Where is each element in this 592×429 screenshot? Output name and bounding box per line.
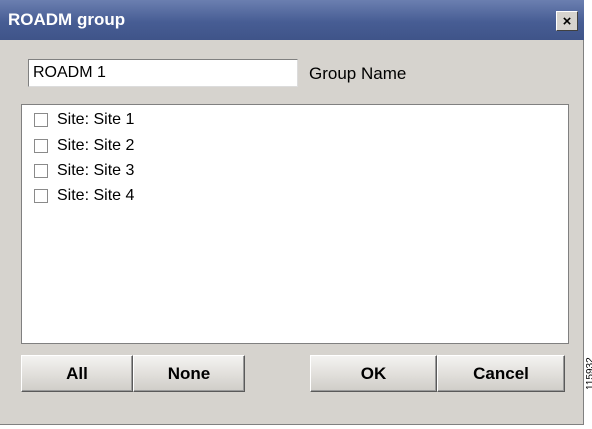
roadm-group-dialog: ROADM group × Group Name Site: Site 1 Si… [0,0,584,425]
site-list: Site: Site 1 Site: Site 2 Site: Site 3 S… [21,104,569,344]
title-bar: ROADM group × [0,0,584,40]
site-4-label: Site: Site 4 [57,187,135,204]
ok-button[interactable]: OK [310,355,437,392]
group-name-input[interactable] [28,59,298,87]
site-item-4[interactable]: Site: Site 4 [34,186,134,206]
site-3-checkbox[interactable] [34,164,48,178]
site-2-label: Site: Site 2 [57,137,135,154]
site-item-3[interactable]: Site: Site 3 [34,161,134,181]
site-item-2[interactable]: Site: Site 2 [34,136,134,156]
close-icon: × [562,12,572,30]
site-1-checkbox[interactable] [34,113,48,127]
site-item-1[interactable]: Site: Site 1 [34,110,134,130]
site-3-label: Site: Site 3 [57,162,135,179]
site-4-checkbox[interactable] [34,189,48,203]
cancel-button[interactable]: Cancel [437,355,565,392]
select-none-button[interactable]: None [133,355,245,392]
select-all-button[interactable]: All [21,355,133,392]
close-button[interactable]: × [556,11,578,31]
group-name-label: Group Name [309,64,407,83]
figure-code: 115932 [585,357,592,390]
dialog-title: ROADM group [8,10,126,29]
site-2-checkbox[interactable] [34,139,48,153]
site-1-label: Site: Site 1 [57,111,135,128]
